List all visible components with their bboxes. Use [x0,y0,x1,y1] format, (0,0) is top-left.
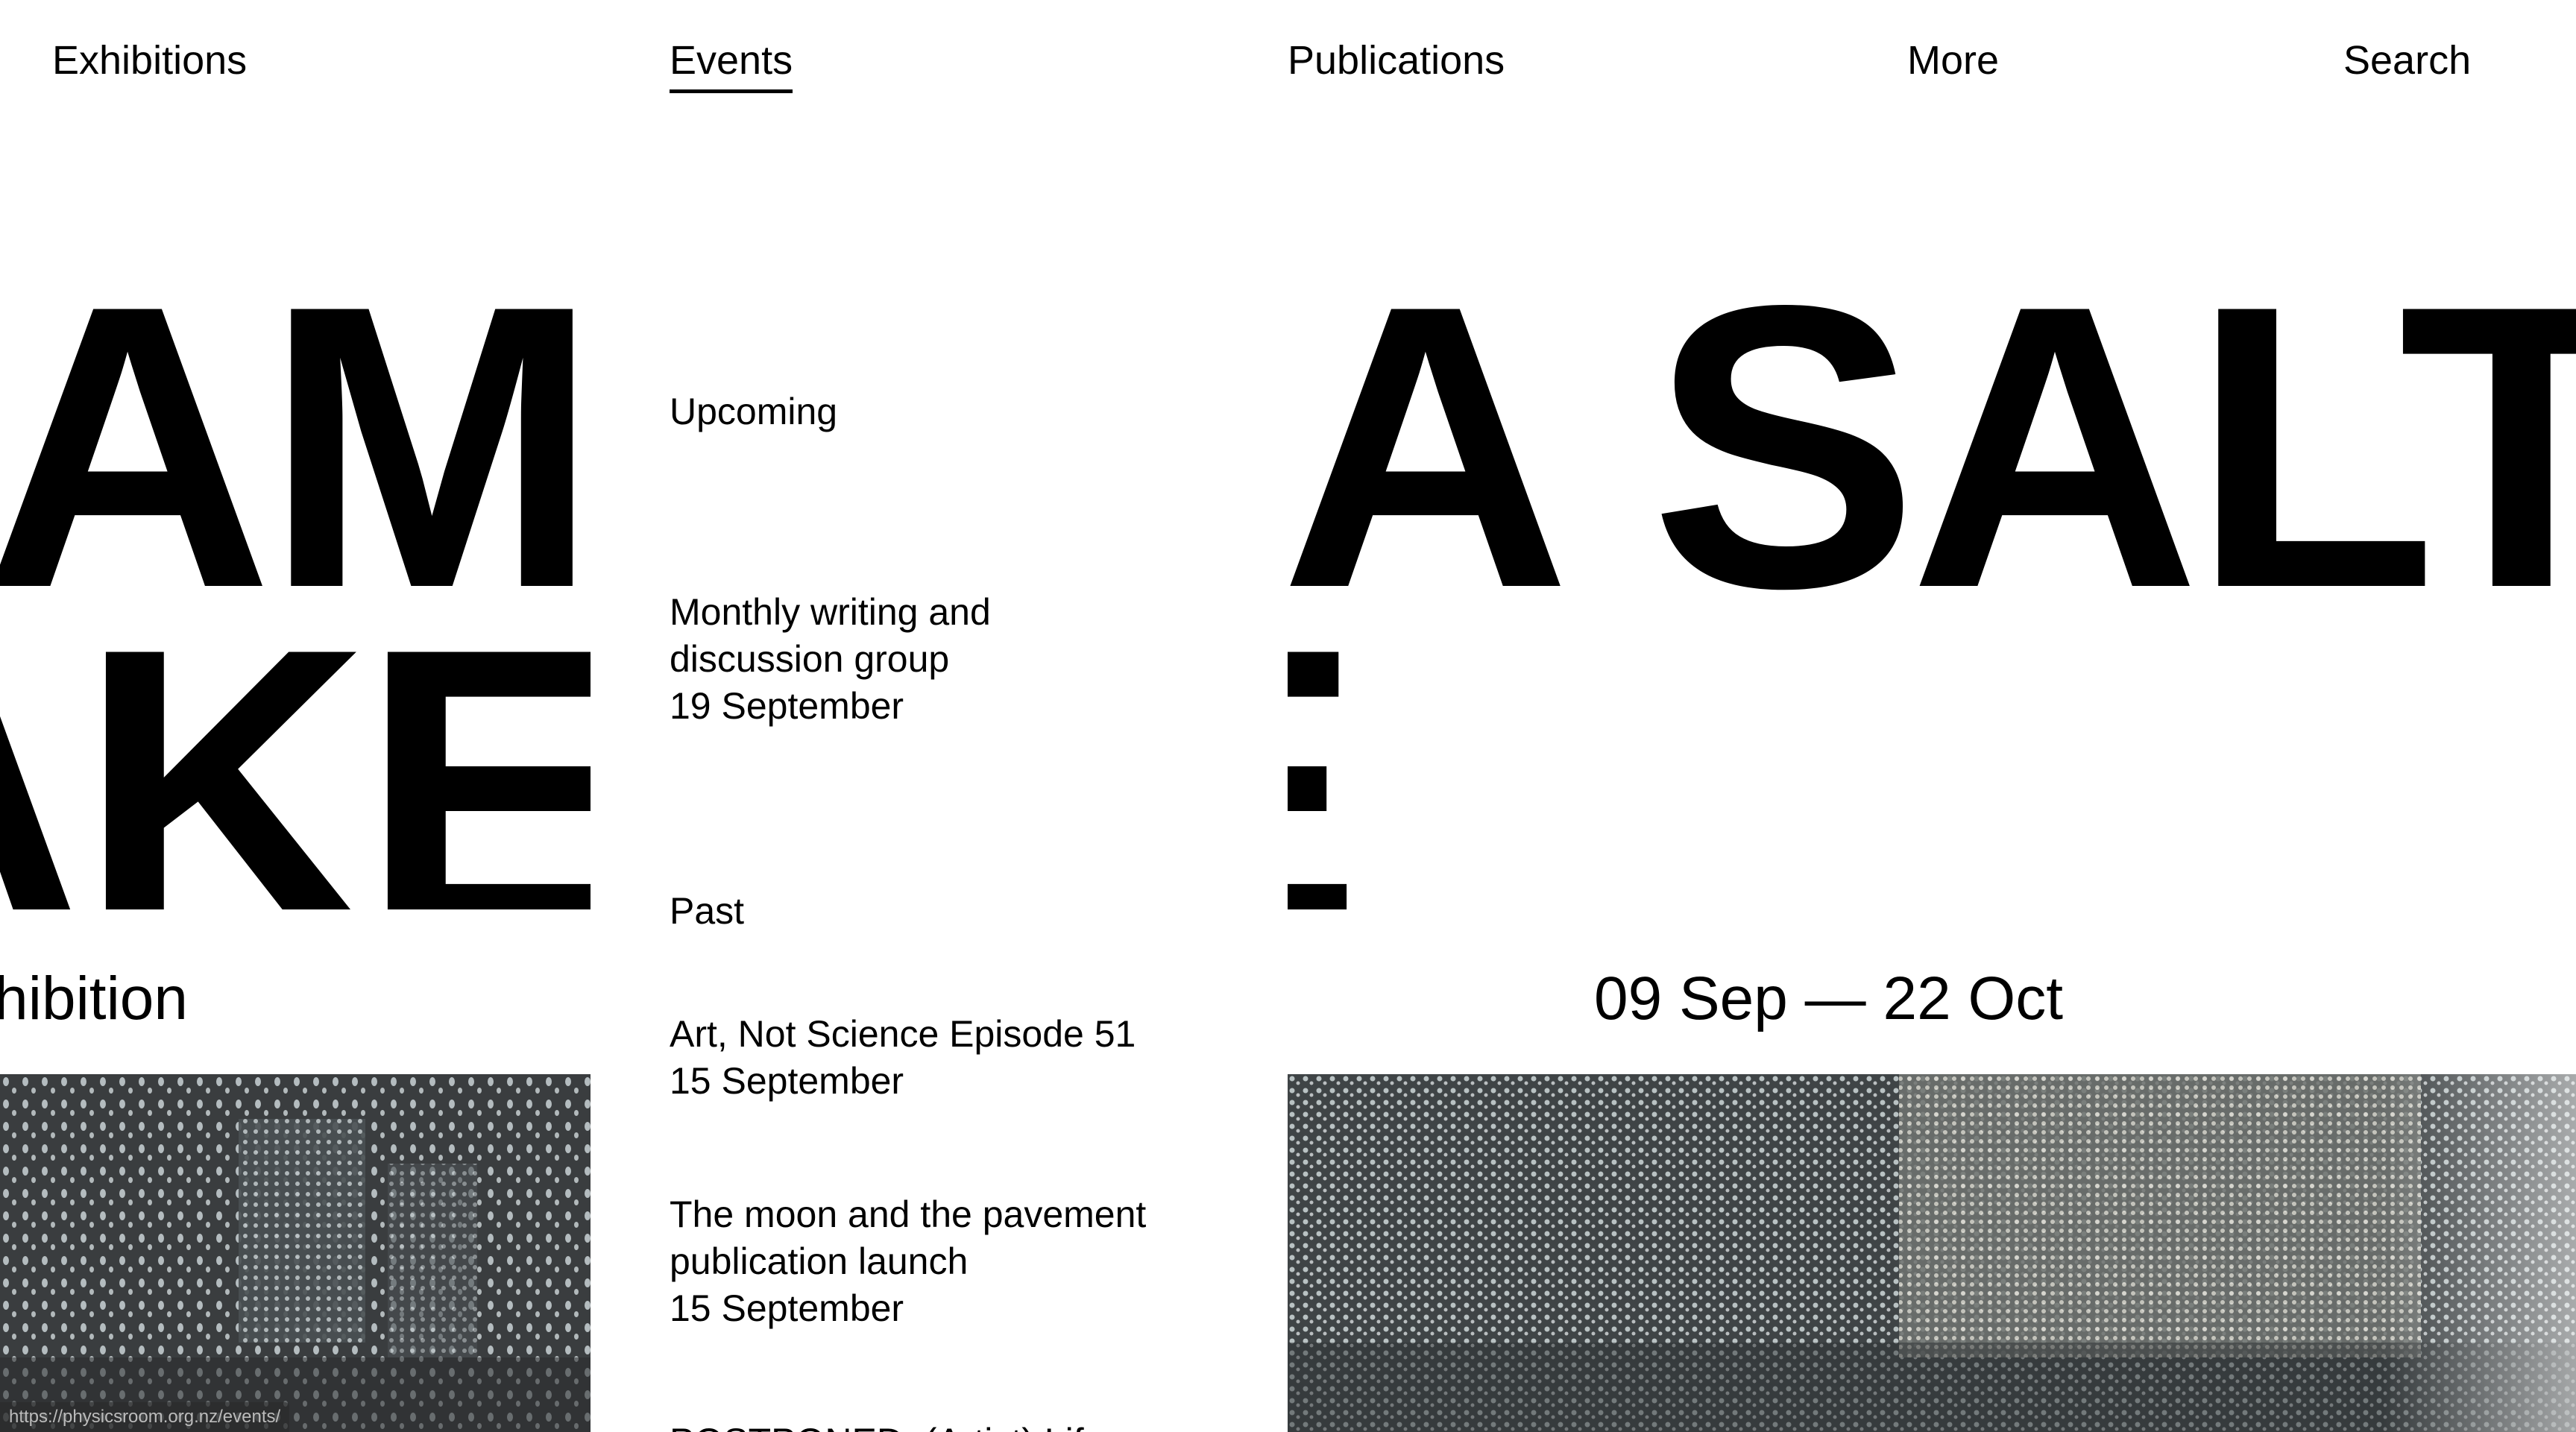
nav-events[interactable]: Events [670,36,793,93]
water-droplets-image [0,1074,591,1432]
event-past-item[interactable]: POSTPONED: (Artist) Lif [670,1419,1147,1432]
event-title: The moon and the pavement publication la… [670,1193,1147,1282]
event-title: POSTPONED: (Artist) Lif [670,1419,1147,1432]
right-exhibition-title[interactable]: A SALT E [1288,224,2576,910]
left-title-line2: AKE [0,565,591,910]
event-title: Art, Not Science Episode 51 [670,1013,1136,1055]
water-droplets-image [1288,1074,2576,1432]
nav-more[interactable]: More [1907,36,1999,85]
event-date: 15 September [670,1060,904,1102]
event-date: 19 September [670,685,904,727]
left-exhibition-title[interactable]: AM AKE [0,224,591,910]
right-title-line2: E [1288,589,1362,910]
nav-publications[interactable]: Publications [1288,36,1505,85]
event-upcoming-item[interactable]: Monthly writing and discussion group 19 … [670,589,1147,730]
event-past-item[interactable]: The moon and the pavement publication la… [670,1191,1147,1332]
nav-search[interactable]: Search [2343,36,2471,85]
event-date: 15 September [670,1287,904,1329]
event-past-item[interactable]: Art, Not Science Episode 51 15 September [670,1011,1147,1105]
left-exhibition-image[interactable] [0,1074,591,1432]
right-title-line1: A SALT [1288,224,2576,672]
right-exhibition-image[interactable] [1288,1074,2576,1432]
event-title: Monthly writing and discussion group [670,591,991,680]
past-heading: Past [670,890,745,932]
upcoming-heading: Upcoming [670,391,838,432]
status-bar-url: https://physicsroom.org.nz/events/ [0,1402,290,1432]
nav-exhibitions[interactable]: Exhibitions [52,36,247,85]
left-exhibition-subtitle: hibition [0,965,188,1032]
right-exhibition-dates: 09 Sep — 22 Oct [1594,965,2064,1032]
